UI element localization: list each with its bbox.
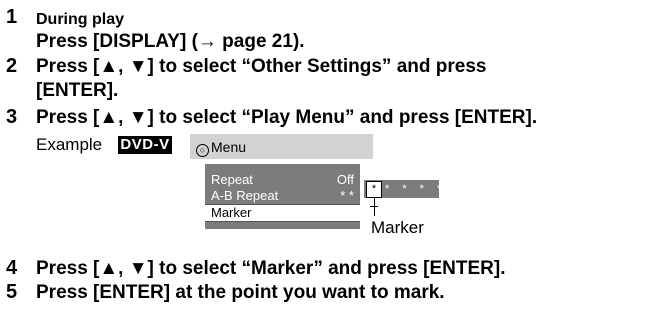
step-text: Press [▲, ▼] to select “Play Menu” and p…	[36, 107, 538, 128]
menu-row-ab-repeat: A-B Repeat * *	[205, 188, 360, 204]
menu-row-label: Marker	[211, 205, 252, 220]
step-text: Press [DISPLAY] (→ page 21).	[36, 31, 305, 52]
step-number: 4	[6, 257, 18, 279]
step-text: Press [▲, ▼] to select “Other Settings” …	[36, 56, 487, 77]
step-text: Press [ENTER] at the point you want to m…	[36, 282, 445, 303]
menu-row-value: * *	[340, 188, 354, 203]
callout-line	[374, 198, 375, 216]
step-number: 3	[6, 106, 18, 128]
step-number: 1	[6, 6, 18, 28]
step-number: 5	[6, 281, 18, 303]
menu-title: ○ Menu	[196, 138, 246, 157]
step-text: During play	[36, 11, 125, 28]
menu-title-text: Menu	[211, 139, 247, 155]
menu-row-value: Off	[336, 172, 354, 187]
menu-row-marker: Marker	[205, 204, 360, 222]
menu-row-label: A-B Repeat	[211, 188, 279, 203]
marker-slot-selected: *	[366, 181, 382, 198]
step-text: [ENTER].	[36, 80, 119, 101]
menu-icon: ○	[196, 144, 209, 157]
step-number: 2	[6, 55, 18, 77]
callout-tick	[370, 206, 378, 207]
example-label: Example	[36, 135, 103, 154]
menu-row-repeat: Repeat Off	[205, 172, 360, 188]
callout-label: Marker	[371, 218, 424, 237]
step-text: Press [▲, ▼] to select “Marker” and pres…	[36, 258, 506, 279]
menu-row-label: Repeat	[211, 172, 253, 187]
marker-slots: * * * *	[385, 183, 447, 195]
dvd-v-badge: DVD-V	[118, 136, 172, 154]
